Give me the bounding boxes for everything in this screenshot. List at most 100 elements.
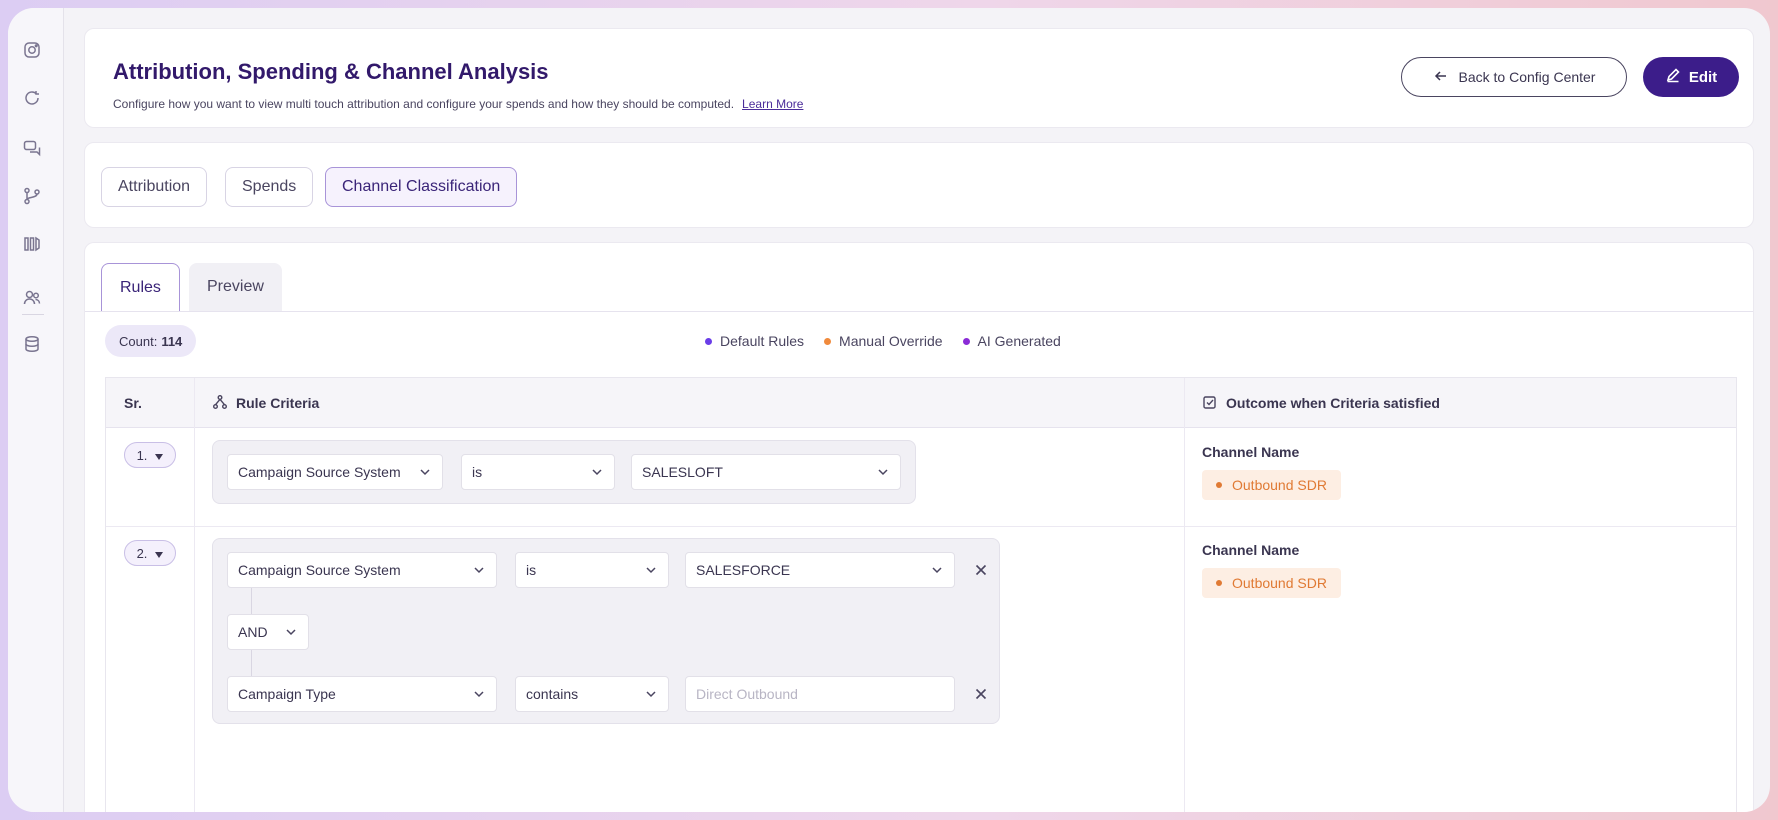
operator-select-value: contains bbox=[526, 686, 579, 702]
legend-label: Default Rules bbox=[720, 333, 805, 349]
outcome-dot bbox=[1216, 482, 1222, 488]
chevron-down-icon bbox=[930, 563, 944, 577]
logic-joiner-select[interactable]: AND bbox=[227, 614, 309, 650]
caret-down-icon bbox=[155, 546, 164, 561]
legend-ai-generated: AI Generated bbox=[962, 333, 1061, 349]
legend-default-rules: Default Rules bbox=[705, 333, 804, 349]
header-sr: Sr. bbox=[124, 395, 142, 411]
learn-more-link[interactable]: Learn More bbox=[742, 97, 803, 111]
outcome-label: Channel Name bbox=[1202, 444, 1300, 460]
columns-icon[interactable] bbox=[20, 232, 44, 256]
legend-manual-override: Manual Override bbox=[824, 333, 943, 349]
count-badge: Count: 114 bbox=[105, 325, 197, 357]
legend-dot bbox=[962, 337, 970, 345]
outcome-badge: Outbound SDR bbox=[1202, 470, 1341, 500]
field-select[interactable]: Campaign Source System bbox=[227, 552, 497, 588]
back-button-label: Back to Config Center bbox=[1458, 69, 1596, 85]
checkbox-edit-icon bbox=[1202, 394, 1218, 413]
page-subtitle: Configure how you want to view multi tou… bbox=[113, 97, 803, 111]
outcome-value: Outbound SDR bbox=[1232, 575, 1327, 591]
subtab-underline bbox=[85, 311, 1753, 312]
subtab-rules[interactable]: Rules bbox=[101, 263, 180, 311]
value-select[interactable]: SALESLOFT bbox=[631, 454, 901, 490]
legend-label: Manual Override bbox=[839, 333, 943, 349]
remove-condition-icon[interactable] bbox=[973, 562, 989, 578]
value-select-value: SALESLOFT bbox=[642, 464, 723, 480]
pencil-icon bbox=[1665, 67, 1681, 87]
operator-select[interactable]: contains bbox=[515, 676, 669, 712]
field-select-value: Campaign Type bbox=[238, 686, 336, 702]
legend-label: AI Generated bbox=[977, 333, 1061, 349]
edit-button[interactable]: Edit bbox=[1643, 57, 1739, 97]
chevron-down-icon bbox=[284, 625, 298, 639]
operator-select-value: is bbox=[472, 464, 483, 480]
subtitle-text: Configure how you want to view multi tou… bbox=[113, 97, 735, 111]
remove-condition-icon[interactable] bbox=[973, 686, 989, 702]
page-title: Attribution, Spending & Channel Analysis bbox=[113, 59, 549, 84]
value-select-value: SALESFORCE bbox=[696, 562, 791, 578]
column-divider bbox=[1184, 378, 1185, 812]
chevron-down-icon bbox=[418, 465, 432, 479]
tab-channel-classification[interactable]: Channel Classification bbox=[325, 167, 518, 207]
header-card: Attribution, Spending & Channel Analysis… bbox=[84, 28, 1754, 128]
edit-button-label: Edit bbox=[1688, 68, 1718, 86]
section-tabs-card: Attribution Spends Channel Classificatio… bbox=[84, 142, 1754, 228]
tab-spends[interactable]: Spends bbox=[225, 167, 314, 207]
count-label: Count: bbox=[119, 333, 158, 349]
chevron-down-icon bbox=[644, 687, 658, 701]
field-select[interactable]: Campaign Type bbox=[227, 676, 497, 712]
legend: Default Rules Manual Override AI Generat… bbox=[705, 333, 1061, 349]
condition-connector bbox=[251, 650, 252, 676]
rule-number-dropdown[interactable]: 1. bbox=[124, 442, 176, 468]
row-divider bbox=[106, 526, 1736, 527]
rule-number: 2. bbox=[136, 545, 148, 561]
operator-select[interactable]: is bbox=[515, 552, 669, 588]
rule-number: 1. bbox=[136, 447, 148, 463]
criteria-group: Campaign Source System is SALESFORCE AND bbox=[212, 538, 1000, 724]
sidebar bbox=[8, 8, 64, 812]
tab-attribution[interactable]: Attribution bbox=[101, 167, 208, 207]
field-select-value: Campaign Source System bbox=[238, 562, 401, 578]
rule-number-dropdown[interactable]: 2. bbox=[124, 540, 176, 566]
column-divider bbox=[194, 378, 195, 812]
value-input[interactable]: Direct Outbound bbox=[685, 676, 955, 712]
value-input-placeholder: Direct Outbound bbox=[696, 686, 798, 702]
outcome-dot bbox=[1216, 580, 1222, 586]
header-outcome: Outcome when Criteria satisfied bbox=[1202, 378, 1440, 428]
chevron-down-icon bbox=[472, 563, 486, 577]
chevron-down-icon bbox=[876, 465, 890, 479]
table-header: Sr. Rule Criteria Outcome when Criteria … bbox=[106, 378, 1736, 428]
rules-card: Rules Preview Count: 114 Default Rules M… bbox=[84, 242, 1754, 812]
count-value: 114 bbox=[161, 333, 183, 349]
branch-icon[interactable] bbox=[20, 184, 44, 208]
operator-select-value: is bbox=[526, 562, 537, 578]
database-icon[interactable] bbox=[20, 332, 44, 356]
header-outcome-label: Outcome when Criteria satisfied bbox=[1226, 395, 1440, 411]
chevron-down-icon bbox=[590, 465, 604, 479]
outcome-label: Channel Name bbox=[1202, 542, 1300, 558]
legend-dot bbox=[705, 337, 712, 345]
outcome-badge: Outbound SDR bbox=[1202, 568, 1341, 598]
legend-dot bbox=[824, 337, 832, 345]
chevron-down-icon bbox=[472, 687, 486, 701]
field-select-value: Campaign Source System bbox=[238, 464, 401, 480]
operator-select[interactable]: is bbox=[461, 454, 615, 490]
chevron-down-icon bbox=[644, 563, 658, 577]
sidebar-divider bbox=[22, 314, 44, 315]
field-select[interactable]: Campaign Source System bbox=[227, 454, 443, 490]
criteria-group: Campaign Source System is SALESLOFT bbox=[212, 440, 916, 504]
arrow-left-icon bbox=[1433, 68, 1449, 87]
logic-joiner-value: AND bbox=[238, 624, 268, 640]
subtab-preview[interactable]: Preview bbox=[189, 263, 282, 311]
value-select[interactable]: SALESFORCE bbox=[685, 552, 955, 588]
instagram-icon[interactable] bbox=[20, 38, 44, 62]
refresh-icon[interactable] bbox=[20, 86, 44, 110]
header-rule-criteria-label: Rule Criteria bbox=[236, 395, 320, 411]
header-rule-criteria: Rule Criteria bbox=[212, 378, 319, 428]
back-to-config-button[interactable]: Back to Config Center bbox=[1401, 57, 1627, 97]
users-icon[interactable] bbox=[20, 286, 44, 310]
caret-down-icon bbox=[155, 448, 164, 463]
app-frame: Attribution, Spending & Channel Analysis… bbox=[8, 8, 1770, 812]
hierarchy-icon bbox=[212, 394, 228, 413]
chat-bubbles-icon[interactable] bbox=[20, 136, 44, 160]
